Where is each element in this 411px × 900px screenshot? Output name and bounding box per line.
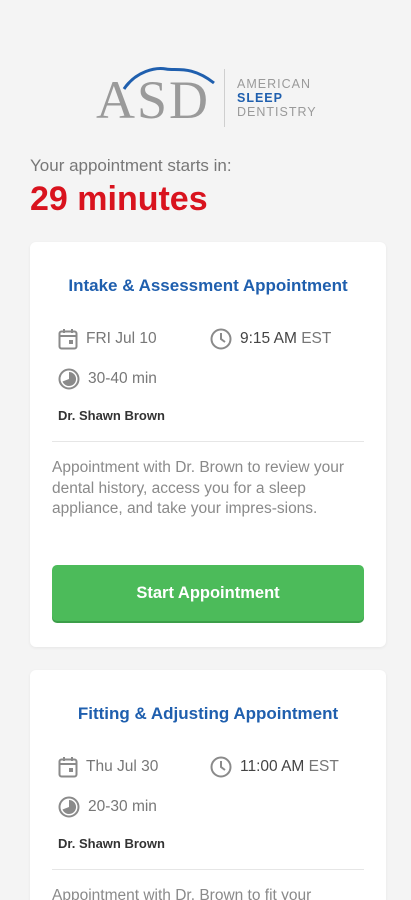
appointment-duration: 20-30 min — [58, 796, 157, 818]
countdown-value: 29 minutes — [30, 180, 208, 218]
appointment-date: Thu Jul 30 — [58, 756, 158, 778]
calendar-icon — [58, 329, 78, 350]
clock-icon — [210, 328, 232, 350]
date-text: Thu Jul 30 — [86, 758, 159, 775]
divider — [52, 869, 364, 870]
clock-icon — [210, 756, 232, 778]
date-text: FRI Jul 10 — [86, 330, 157, 347]
divider — [52, 441, 364, 442]
duration-text: 20-30 min — [88, 798, 157, 815]
appointment-date: FRI Jul 10 — [58, 328, 157, 350]
appointment-time: 9:15 AM EST — [210, 328, 331, 350]
duration-icon — [58, 368, 80, 390]
logo-line-sleep: SLEEP — [237, 91, 283, 105]
duration-icon — [58, 796, 80, 818]
logo-divider — [224, 69, 225, 127]
doctor-name: Dr. Shawn Brown — [58, 408, 165, 423]
appointment-card: Intake & Assessment Appointment FRI Jul … — [30, 242, 386, 647]
start-appointment-button[interactable]: Start Appointment — [52, 565, 364, 621]
time-text: 9:15 AM — [240, 330, 297, 347]
appointment-time: 11:00 AM EST — [210, 756, 339, 778]
brand-logo: ASD AMERICAN SLEEP DENTISTRY — [96, 62, 336, 134]
appointment-title: Fitting & Adjusting Appointment — [77, 704, 339, 723]
appointment-duration: 30-40 min — [58, 368, 157, 390]
timezone-text: EST — [308, 758, 339, 775]
logo-mark: ASD — [96, 63, 218, 133]
logo-asd-text: ASD — [96, 70, 211, 130]
logo-line-dentistry: DENTISTRY — [237, 105, 317, 119]
calendar-icon — [58, 757, 78, 778]
doctor-name: Dr. Shawn Brown — [58, 836, 165, 851]
logo-line-american: AMERICAN — [237, 77, 311, 91]
logo-wordmark: AMERICAN SLEEP DENTISTRY — [237, 77, 317, 119]
timezone-text: EST — [301, 330, 332, 347]
appointment-description: Appointment with Dr. Brown to review you… — [52, 459, 345, 517]
countdown-label: Your appointment starts in: — [30, 156, 232, 175]
appointment-title: Intake & Assessment Appointment — [68, 276, 348, 295]
time-text: 11:00 AM — [240, 758, 305, 775]
duration-text: 30-40 min — [88, 370, 157, 387]
appointment-description: Appointment with Dr. Brown to fit your — [52, 887, 312, 900]
appointment-card: Fitting & Adjusting Appointment Thu Jul … — [30, 670, 386, 900]
